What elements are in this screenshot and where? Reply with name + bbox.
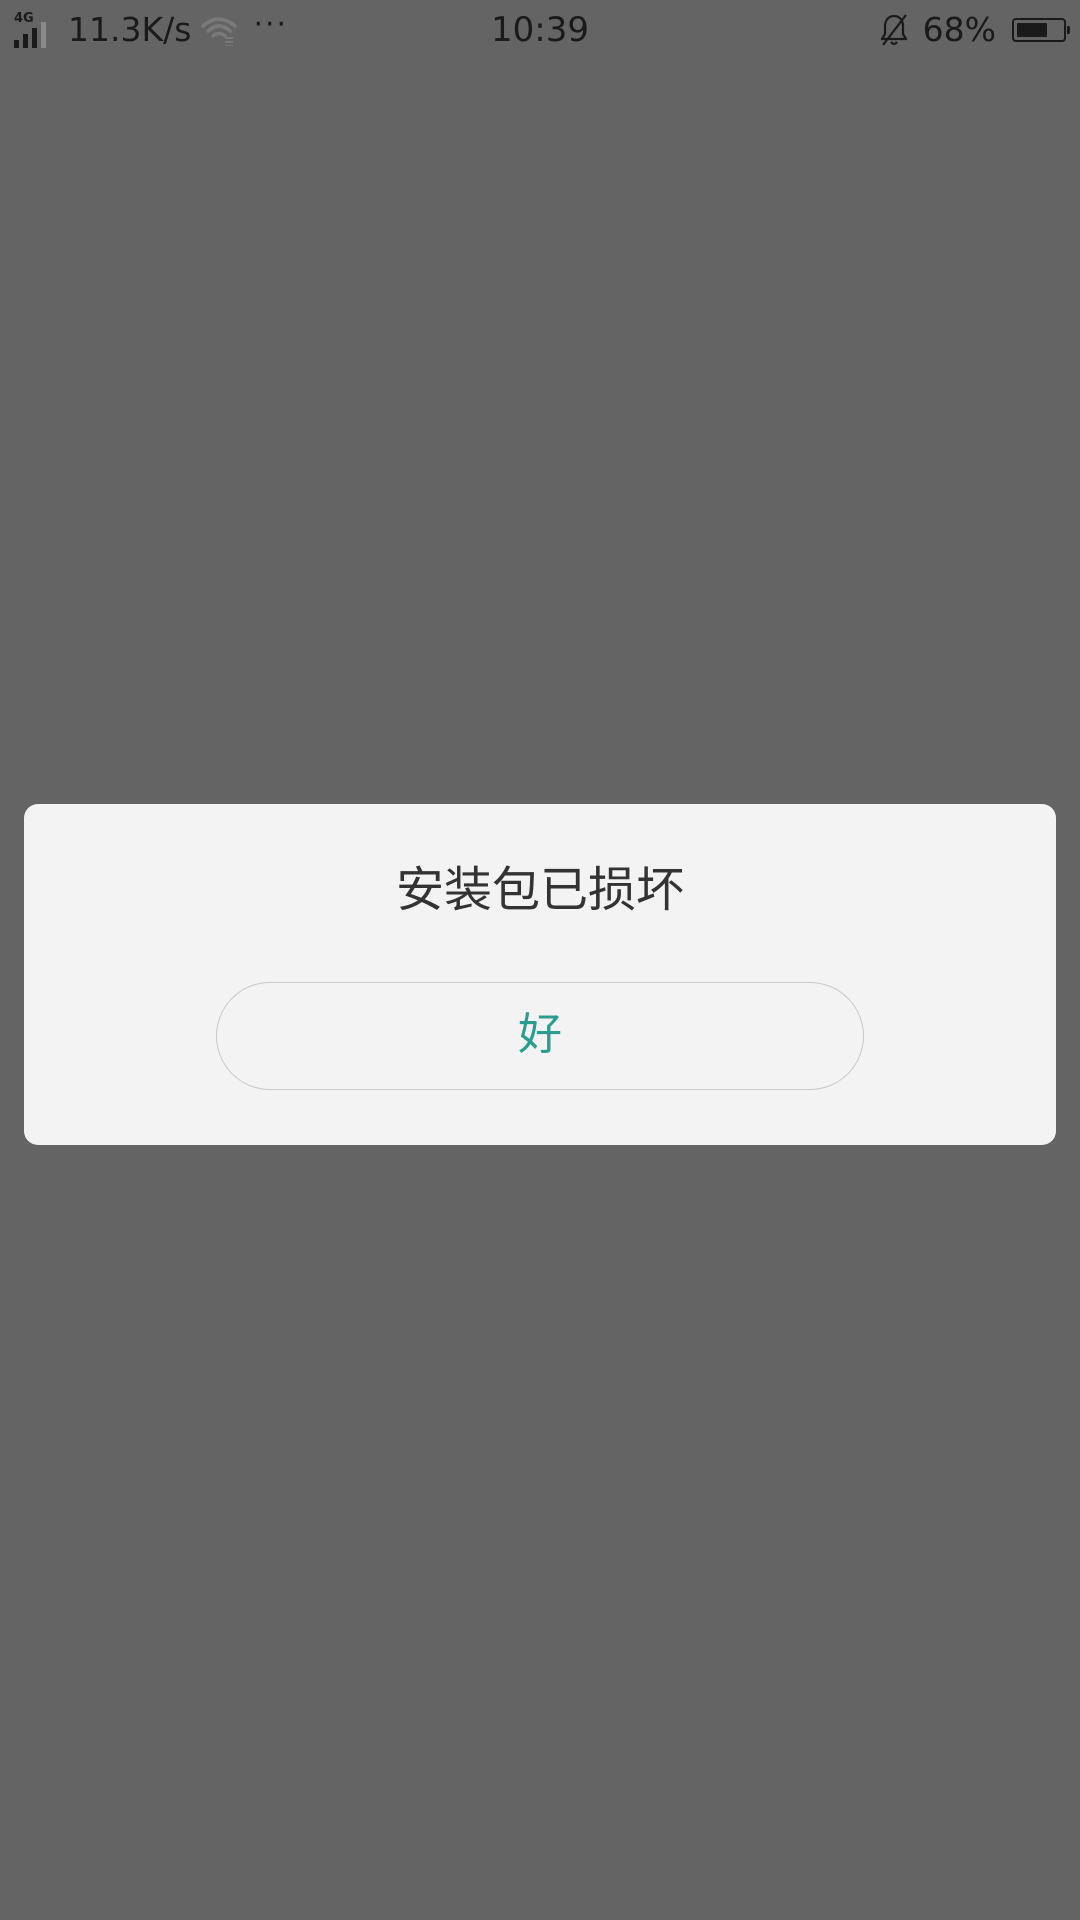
bell-muted-icon	[880, 14, 907, 46]
status-bar: 4G 11.3K/s ··· 10:39 68%	[0, 0, 1080, 60]
battery-tip	[1067, 26, 1070, 34]
battery-percentage: 68%	[922, 10, 996, 49]
status-right: 68%	[879, 8, 1070, 52]
ok-button[interactable]: 好	[216, 982, 864, 1090]
error-dialog: 安装包已损坏 好	[24, 804, 1056, 1145]
battery-icon	[1012, 18, 1070, 42]
dialog-title: 安装包已损坏	[395, 862, 684, 918]
battery-level-fill	[1017, 23, 1047, 37]
screen: 4G 11.3K/s ··· 10:39 68% 安装包已损坏 好	[0, 0, 1080, 1920]
